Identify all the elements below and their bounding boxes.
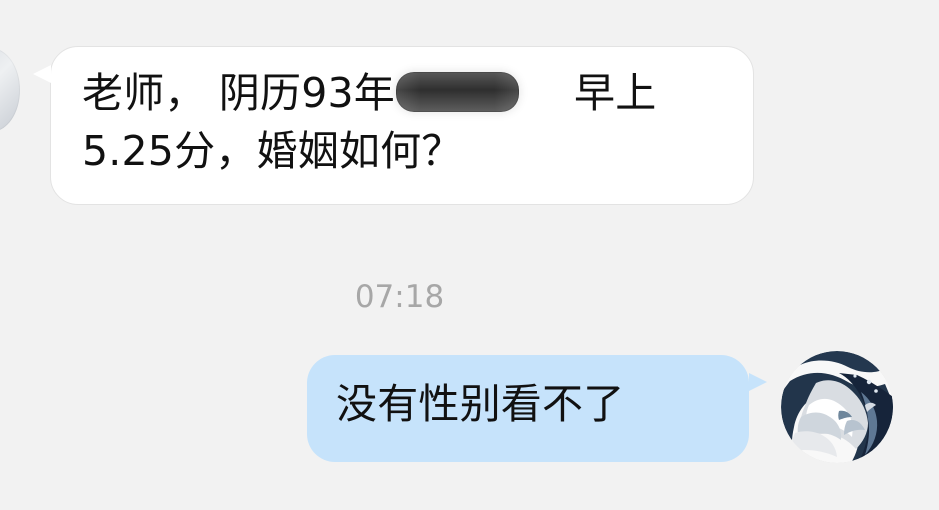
redaction-mask [396, 72, 520, 112]
message-text-prefix: 老师， 阴历93年 [82, 69, 396, 117]
wave-avatar-graphic [781, 351, 893, 463]
message-line-1: 老师， 阴历93年 早上 [82, 64, 725, 122]
message-timestamp: 07:18 [354, 279, 445, 315]
wave-avatar-icon[interactable] [781, 351, 893, 463]
avatar[interactable] [0, 48, 20, 132]
incoming-message[interactable]: 老师， 阴历93年 早上 5.25分，婚姻如何？ [33, 46, 754, 205]
message-text-suffix: 早上 [574, 69, 657, 117]
outgoing-message-text: 没有性别看不了 [336, 380, 625, 428]
outgoing-message[interactable]: 没有性别看不了 [307, 355, 767, 462]
message-line-2: 5.25分，婚姻如何？ [82, 127, 463, 175]
